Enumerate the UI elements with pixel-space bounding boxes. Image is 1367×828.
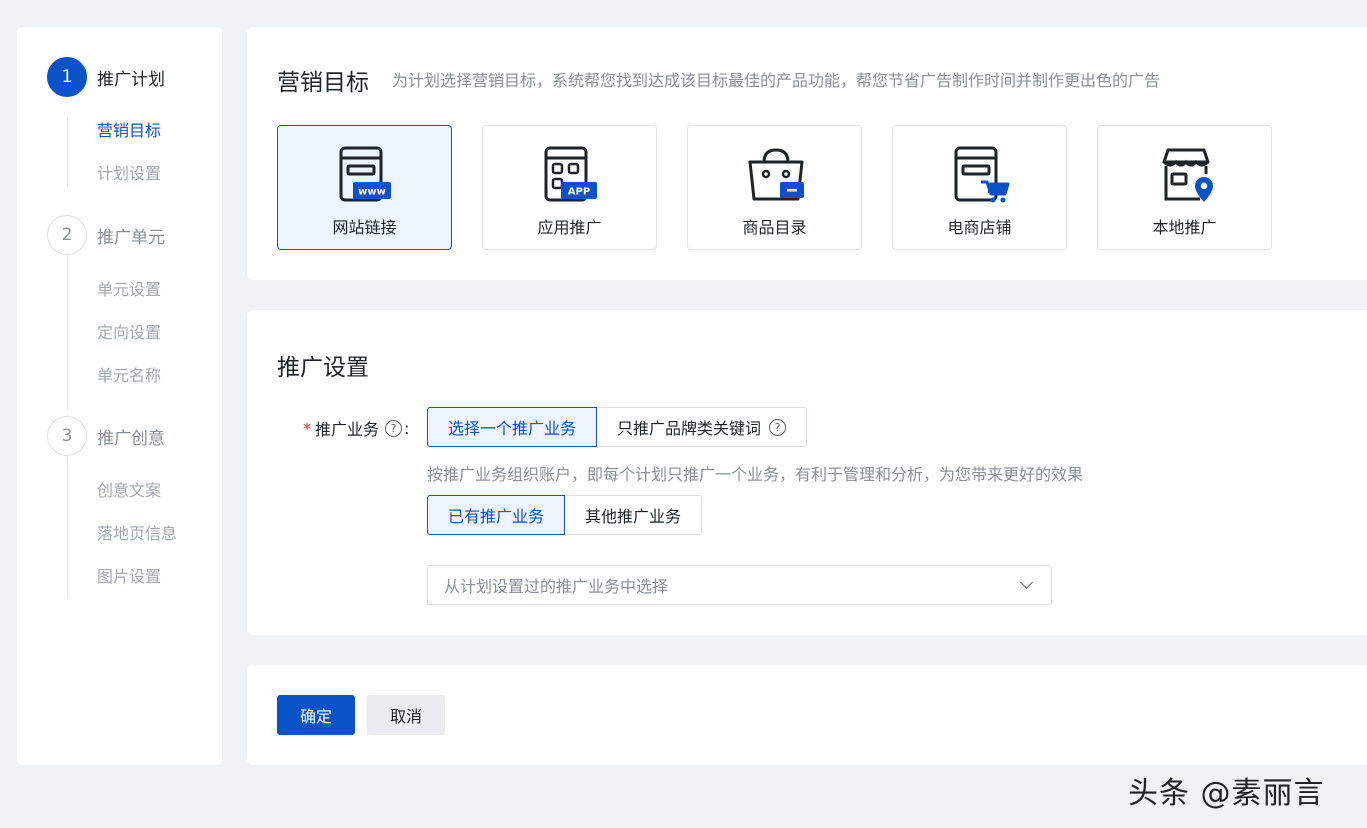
- substep-targeting-settings[interactable]: 定向设置: [97, 319, 161, 343]
- option-brand-keywords-only[interactable]: 只推广品牌类关键词 ?: [597, 407, 808, 447]
- substep-unit-settings[interactable]: 单元设置: [97, 276, 161, 300]
- promotion-mode-toggle: 选择一个推广业务 只推广品牌类关键词 ?: [427, 407, 808, 447]
- app-icon: APP: [544, 146, 597, 202]
- step-connector-line: [67, 117, 68, 187]
- goal-tile-ecommerce-store[interactable]: 电商店铺: [892, 125, 1067, 250]
- substep-marketing-goal[interactable]: 营销目标: [97, 117, 161, 141]
- option-label: 选择一个推广业务: [448, 419, 577, 438]
- select-placeholder: 从计划设置过的推广业务中选择: [444, 577, 669, 596]
- cancel-button[interactable]: 取消: [367, 695, 445, 735]
- section-title: 营销目标: [277, 70, 369, 96]
- field-hint: 按推广业务组织账户，即每个计划只推广一个业务，有利于管理和分析，为您带来更好的效…: [427, 465, 1084, 484]
- help-icon[interactable]: ?: [769, 418, 787, 436]
- step-connector-line: [67, 255, 68, 410]
- ecommerce-cart-icon: [954, 146, 1010, 203]
- help-icon[interactable]: ?: [385, 419, 403, 437]
- goal-tile-label: 商品目录: [742, 218, 807, 237]
- step-1[interactable]: 1 推广计划: [47, 57, 165, 97]
- option-label: 只推广品牌类关键词: [617, 419, 762, 438]
- substep-unit-name[interactable]: 单元名称: [97, 362, 161, 386]
- field-colon: :: [404, 418, 410, 438]
- step-title: 推广单元: [97, 227, 165, 248]
- goal-tile-catalog[interactable]: 商品目录: [687, 125, 862, 250]
- goal-tile-website[interactable]: www 网站链接: [277, 125, 452, 250]
- option-existing-business[interactable]: 已有推广业务: [427, 495, 566, 535]
- confirm-button[interactable]: 确定: [277, 695, 355, 735]
- watermark: 头条 @素丽言: [1128, 776, 1325, 811]
- website-www-icon: www: [339, 146, 391, 202]
- goal-tile-label: 网站链接: [332, 218, 397, 237]
- business-select-dropdown[interactable]: 从计划设置过的推广业务中选择: [427, 565, 1052, 605]
- field-label-text: 推广业务: [315, 420, 380, 439]
- goal-tile-label: 电商店铺: [947, 218, 1012, 237]
- step-3[interactable]: 3 推广创意: [47, 416, 165, 456]
- marketing-goal-card: 营销目标 为计划选择营销目标，系统帮您找到达成该目标最佳的产品功能，帮您节省广告…: [247, 27, 1367, 280]
- shopping-bag-icon: [748, 148, 804, 201]
- option-select-one-business[interactable]: 选择一个推广业务: [427, 407, 598, 447]
- step-2[interactable]: 2 推广单元: [47, 215, 165, 255]
- business-source-toggle: 已有推广业务 其他推广业务: [427, 495, 703, 535]
- svg-text:www: www: [358, 187, 386, 198]
- svg-text:APP: APP: [568, 187, 590, 198]
- steps-sidebar: 1 推广计划 营销目标 计划设置 2 推广单元 单元设置 定向设置 单元名称 3…: [17, 27, 222, 765]
- step-title: 推广计划: [97, 69, 165, 90]
- substep-landing-page-info[interactable]: 落地页信息: [97, 520, 177, 544]
- option-other-business[interactable]: 其他推广业务: [565, 495, 703, 535]
- section-description: 为计划选择营销目标，系统帮您找到达成该目标最佳的产品功能，帮您节省广告制作时间并…: [392, 71, 1161, 90]
- option-label: 已有推广业务: [448, 507, 545, 526]
- step-connector-line: [67, 457, 68, 597]
- substep-creative-copy[interactable]: 创意文案: [97, 477, 161, 501]
- required-mark: *: [303, 418, 311, 438]
- actions-card: 确定 取消: [247, 665, 1367, 765]
- goal-tile-label: 应用推广: [537, 218, 602, 237]
- step-title: 推广创意: [97, 428, 165, 449]
- goal-tile-app[interactable]: APP 应用推广: [482, 125, 657, 250]
- step-number: 3: [47, 416, 87, 456]
- step-number: 1: [47, 57, 87, 97]
- goal-tile-label: 本地推广: [1152, 218, 1217, 237]
- substep-plan-settings[interactable]: 计划设置: [97, 160, 161, 184]
- chevron-down-icon: [1020, 576, 1033, 589]
- option-label: 其他推广业务: [585, 507, 682, 526]
- field-label-business: * 推广业务 ? :: [303, 416, 409, 440]
- substep-image-settings[interactable]: 图片设置: [97, 563, 161, 587]
- promotion-settings-card: 推广设置 * 推广业务 ? : 选择一个推广业务 只推广品牌类关键词 ? 按推广…: [247, 310, 1367, 635]
- local-store-pin-icon: [1162, 148, 1213, 202]
- goal-tile-local[interactable]: 本地推广: [1097, 125, 1272, 250]
- section-title: 推广设置: [277, 355, 369, 381]
- step-number: 2: [47, 215, 87, 255]
